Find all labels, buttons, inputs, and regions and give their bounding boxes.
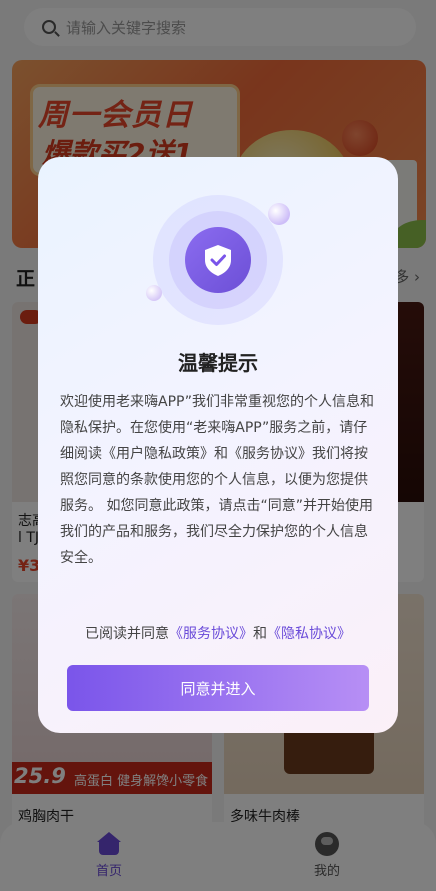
consent-line: 已阅读并同意《服务协议》和《隐私协议》: [38, 623, 398, 643]
decor-orb-icon: [146, 285, 162, 301]
dialog-title: 温馨提示: [178, 351, 258, 375]
consent-and: 和: [253, 626, 267, 642]
service-agreement-link[interactable]: 《服务协议》: [169, 626, 253, 642]
agree-enter-button[interactable]: 同意并进入: [67, 665, 369, 711]
decor-orb-icon: [268, 203, 290, 225]
shield-check-icon: [185, 227, 251, 293]
consent-prefix: 已阅读并同意: [85, 626, 169, 642]
privacy-agreement-link[interactable]: 《隐私协议》: [267, 626, 351, 642]
dialog-body: 欢迎使用老来嗨APP”我们非常重视您的个人信息和隐私保护。在您使用“老来嗨APP…: [60, 394, 374, 566]
privacy-dialog: 温馨提示 欢迎使用老来嗨APP”我们非常重视您的个人信息和隐私保护。在您使用“老…: [38, 157, 398, 733]
